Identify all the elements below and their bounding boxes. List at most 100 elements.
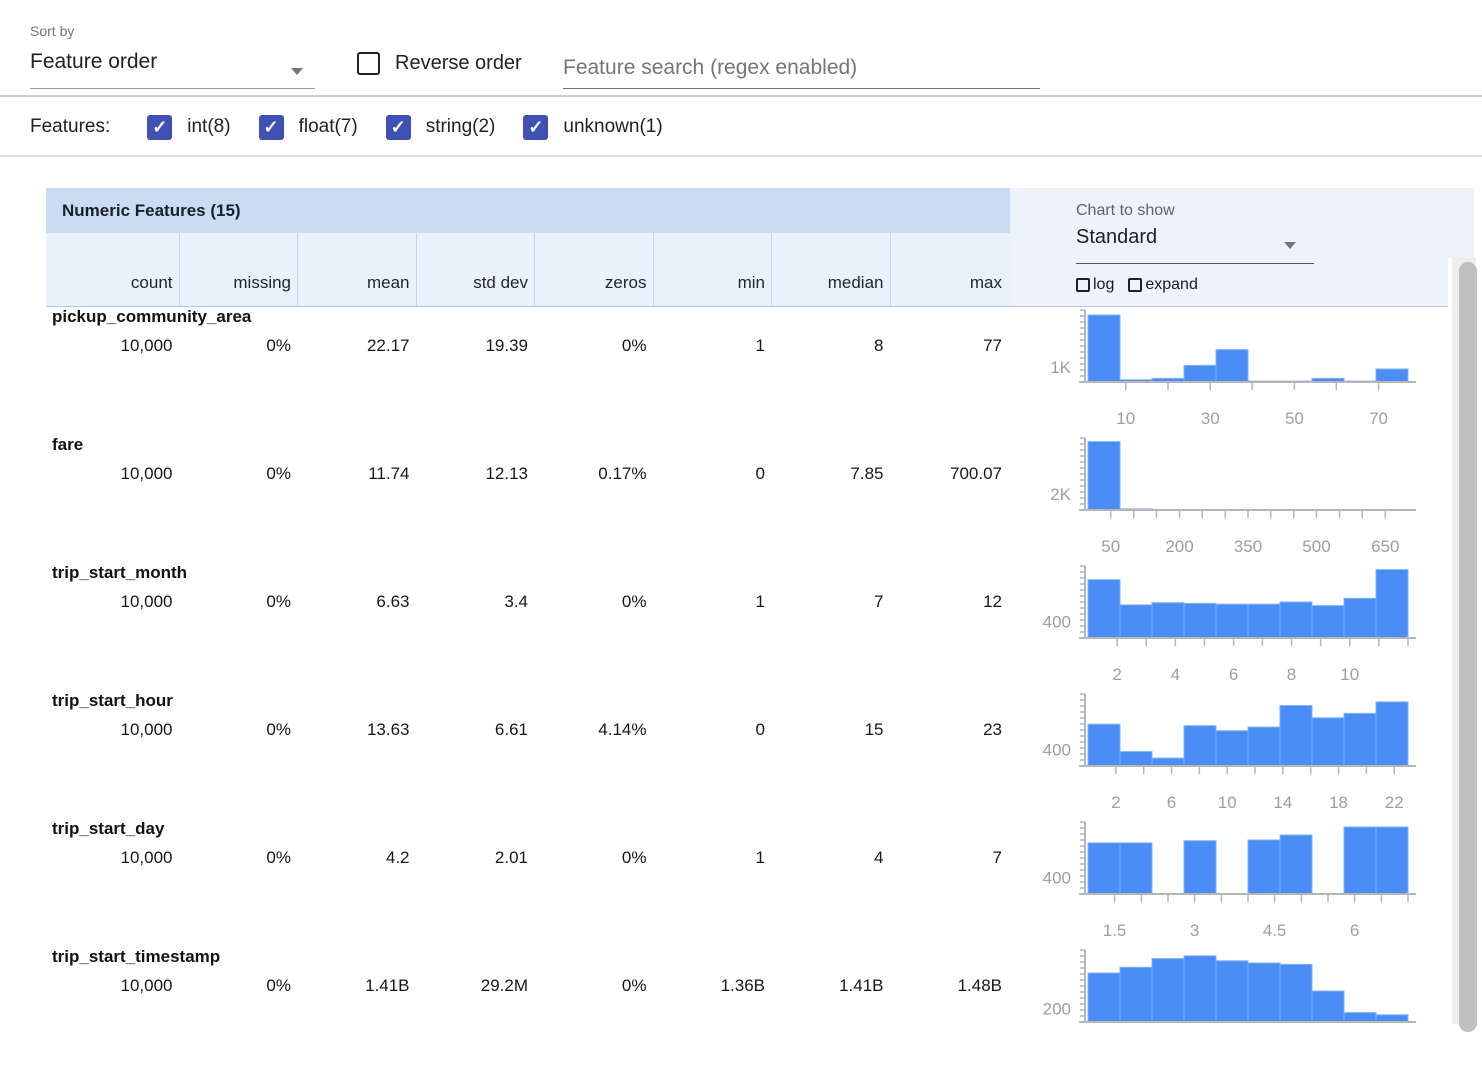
histogram-trip_start_timestamp: 200 [1031, 947, 1461, 1075]
stat-min: 1 [653, 848, 772, 868]
stat-missing: 0% [179, 592, 298, 612]
svg-text:400: 400 [1043, 740, 1071, 759]
stat-mean: 22.17 [297, 336, 416, 356]
sort-by-value: Feature order [30, 50, 157, 73]
feature-row-fare: fare10,0000%11.7412.130.17%07.85700.072K… [46, 435, 1482, 563]
scrollbar-area [1448, 258, 1482, 1024]
stat-max: 1.48B [890, 976, 1009, 996]
svg-text:4: 4 [1171, 665, 1180, 684]
svg-text:8: 8 [1287, 665, 1296, 684]
histogram-container: 4001.534.56 [1031, 819, 1461, 947]
stat-std-dev: 2.01 [416, 848, 535, 868]
checked-checkbox[interactable]: ✓ [386, 115, 411, 140]
feature-type-filter: ✓ unknown(1) [523, 115, 662, 140]
feature-filter-bar: Features: ✓int(8)✓float(7)✓string(2)✓unk… [0, 99, 1482, 157]
sort-by-select[interactable]: Feature order [30, 50, 315, 89]
log-checkbox[interactable] [1076, 278, 1090, 292]
checked-checkbox[interactable]: ✓ [523, 115, 548, 140]
feature-type-filter: ✓int(8) [147, 115, 230, 140]
feature-name: fare [52, 435, 83, 455]
stat-median: 8 [771, 336, 890, 356]
svg-text:6: 6 [1167, 793, 1176, 812]
histogram-trip_start_hour: 4002610141822 [1031, 691, 1461, 819]
svg-text:200: 200 [1165, 537, 1193, 556]
reverse-order-checkbox[interactable] [357, 52, 380, 75]
expand-checkbox[interactable] [1128, 278, 1142, 292]
reverse-order-label: Reverse order [395, 52, 522, 75]
stat-max: 7 [890, 848, 1009, 868]
feature-stats: 10,0000%13.636.614.14%01523 [60, 720, 1008, 740]
svg-text:650: 650 [1371, 537, 1399, 556]
svg-text:10: 10 [1218, 793, 1237, 812]
svg-text:70: 70 [1369, 409, 1388, 428]
histogram-container: 2K50200350500650 [1031, 435, 1461, 563]
stat-missing: 0% [179, 976, 298, 996]
svg-text:400: 400 [1043, 612, 1071, 631]
stat-std-dev: 6.61 [416, 720, 535, 740]
chart-type-value: Standard [1076, 226, 1157, 248]
stat-median: 4 [771, 848, 890, 868]
stat-count: 10,000 [60, 592, 179, 612]
column-header-mean: mean [297, 233, 416, 306]
stat-min: 1 [653, 592, 772, 612]
svg-text:1K: 1K [1050, 358, 1071, 377]
svg-text:1.5: 1.5 [1103, 921, 1127, 940]
svg-text:4.5: 4.5 [1263, 921, 1287, 940]
svg-text:3: 3 [1190, 921, 1199, 940]
feature-stats: 10,0000%1.41B29.2M0%1.36B1.41B1.48B [60, 976, 1008, 996]
stat-min: 0 [653, 464, 772, 484]
stat-missing: 0% [179, 848, 298, 868]
chart-options-row: log expand [1076, 276, 1212, 294]
stat-zeros: 0% [534, 976, 653, 996]
stat-mean: 11.74 [297, 464, 416, 484]
column-header-zeros: zeros [534, 233, 653, 306]
stat-std-dev: 3.4 [416, 592, 535, 612]
column-header-median: median [771, 233, 890, 306]
feature-name: trip_start_timestamp [52, 947, 220, 967]
feature-rows: pickup_community_area10,0000%22.1719.390… [46, 307, 1482, 1075]
stat-min: 1.36B [653, 976, 772, 996]
feature-search-input[interactable] [563, 48, 1040, 89]
feature-stats: 10,0000%4.22.010%147 [60, 848, 1008, 868]
histogram-container: 1K10305070 [1031, 307, 1461, 435]
chevron-down-icon [1284, 242, 1296, 249]
svg-text:10: 10 [1340, 665, 1359, 684]
histogram-container: 4002610141822 [1031, 691, 1461, 819]
stat-zeros: 4.14% [534, 720, 653, 740]
top-toolbar: Sort by Feature order Reverse order [0, 0, 1482, 97]
histogram-trip_start_month: 400246810 [1031, 563, 1461, 691]
checked-checkbox[interactable]: ✓ [259, 115, 284, 140]
checked-checkbox[interactable]: ✓ [147, 115, 172, 140]
scrollbar-thumb[interactable] [1459, 262, 1477, 1032]
feature-type-label: float(7) [299, 116, 358, 138]
svg-text:350: 350 [1234, 537, 1262, 556]
histogram-fare: 2K50200350500650 [1031, 435, 1461, 563]
stat-mean: 13.63 [297, 720, 416, 740]
stat-median: 7 [771, 592, 890, 612]
chart-to-show-label: Chart to show [1076, 202, 1175, 220]
stat-min: 1 [653, 336, 772, 356]
column-header-std-dev: std dev [416, 233, 535, 306]
sort-by-label: Sort by [30, 23, 74, 39]
column-header-count: count [60, 233, 179, 306]
stat-max: 23 [890, 720, 1009, 740]
stat-std-dev: 12.13 [416, 464, 535, 484]
svg-text:50: 50 [1101, 537, 1120, 556]
feature-name: trip_start_month [52, 563, 187, 583]
feature-row-pickup_community_area: pickup_community_area10,0000%22.1719.390… [46, 307, 1482, 435]
stat-mean: 4.2 [297, 848, 416, 868]
numeric-features-header: Numeric Features (15) [46, 188, 1010, 233]
stat-median: 1.41B [771, 976, 890, 996]
stat-max: 700.07 [890, 464, 1009, 484]
chart-type-select[interactable]: Standard [1076, 226, 1314, 264]
feature-type-label: string(2) [426, 116, 496, 138]
feature-stats: 10,0000%11.7412.130.17%07.85700.07 [60, 464, 1008, 484]
stat-count: 10,000 [60, 720, 179, 740]
feature-type-filter: ✓ string(2) [386, 115, 496, 140]
svg-text:6: 6 [1229, 665, 1238, 684]
feature-type-label: unknown(1) [563, 116, 662, 138]
stat-mean: 6.63 [297, 592, 416, 612]
column-header-row: countmissingmeanstd devzerosminmedianmax [46, 233, 1010, 307]
feature-row-trip_start_month: trip_start_month10,0000%6.633.40%1712400… [46, 563, 1482, 691]
scrollbar-track[interactable] [1452, 258, 1476, 1024]
